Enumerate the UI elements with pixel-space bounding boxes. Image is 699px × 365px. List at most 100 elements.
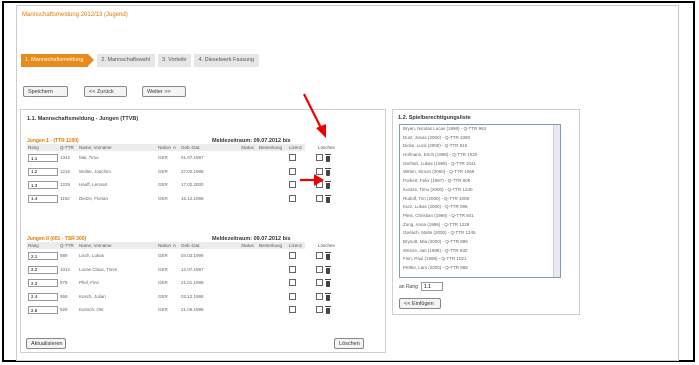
nation-value: GER bbox=[158, 293, 168, 299]
trash-icon[interactable] bbox=[325, 279, 331, 287]
rank-input[interactable] bbox=[28, 252, 58, 260]
step-2-tab[interactable]: 2. Mannschaftswahl bbox=[97, 54, 156, 67]
step-3-tab[interactable]: 3. Vorteile bbox=[158, 54, 192, 67]
license-checkbox[interactable] bbox=[289, 181, 296, 188]
dob-value: 21.06.1998 bbox=[181, 307, 204, 312]
list-item[interactable]: Zung, Anna (1998) - Q-TTR 1228 bbox=[400, 221, 560, 230]
nation-value: GER bbox=[158, 307, 168, 312]
step-4-tab[interactable]: 4. Dieselwerk Fassung bbox=[194, 54, 260, 67]
col-dob: Geb.-Dat. bbox=[181, 243, 201, 248]
col-nation: Nation bbox=[158, 243, 172, 248]
rank-input[interactable] bbox=[28, 279, 58, 287]
player-listbox[interactable]: Bryan, Nicolas Lucas (1998) - Q-TTR 963 D… bbox=[399, 124, 561, 278]
col-status: Status bbox=[241, 145, 254, 150]
license-checkbox[interactable] bbox=[289, 154, 296, 161]
list-item[interactable]: Kuntze, Timo (2000) - Q-TTR 1240 bbox=[400, 186, 560, 195]
ttr-value: 1225 bbox=[60, 182, 71, 187]
refresh-button[interactable]: Aktualisieren bbox=[26, 338, 66, 349]
rank-input[interactable] bbox=[28, 265, 58, 274]
col-name: Name, Vorname bbox=[79, 145, 112, 150]
position-input[interactable] bbox=[421, 282, 443, 291]
trash-icon[interactable] bbox=[325, 194, 331, 203]
delete-checkbox[interactable] bbox=[316, 279, 323, 286]
group-2: Jungen II (001 - TSR 300) Meldezeitraum:… bbox=[27, 236, 335, 346]
dob-value: 02.12.1998 bbox=[181, 293, 204, 299]
license-checkbox[interactable] bbox=[289, 194, 296, 202]
col-dob: Geb.-Dat. bbox=[181, 145, 201, 150]
list-item[interactable]: Hofmann, Erich (1998) - Q-TTR 1020 bbox=[400, 151, 560, 160]
list-item[interactable]: Pleis, Christian (1999) - Q-TTR 841 bbox=[400, 212, 560, 221]
next-button[interactable]: Weiter >> bbox=[142, 86, 186, 97]
delete-checkbox[interactable] bbox=[316, 252, 323, 259]
list-item[interactable]: Wenze, Jan (1998) - Q-TTR 930 bbox=[400, 247, 560, 256]
delete-checkbox[interactable] bbox=[316, 265, 323, 273]
rank-input[interactable] bbox=[28, 167, 58, 176]
insert-button[interactable]: << Einfügen bbox=[399, 298, 441, 309]
wizard-steps: 1. Mannschaftsmeldung 2. Mannschaftswahl… bbox=[21, 54, 262, 67]
delete-checkbox[interactable] bbox=[316, 194, 323, 202]
list-item[interactable]: Witten, Simon (2000) - Q-TTR 1069 bbox=[400, 168, 560, 177]
list-item[interactable]: Kurz, Lukas (2000) - Q-TTR 096 bbox=[400, 203, 560, 212]
trash-icon[interactable] bbox=[325, 292, 331, 301]
rank-input[interactable] bbox=[28, 181, 58, 189]
col-ttr: Q-TTR bbox=[60, 243, 74, 248]
col-name: Name, Vorname bbox=[79, 243, 112, 248]
nation-value: GER bbox=[158, 195, 168, 201]
rank-input[interactable] bbox=[28, 292, 58, 301]
nation-value: GER bbox=[158, 253, 168, 258]
table-row: 1012 Lucas Claus, Timm GER 12.07.1997 bbox=[27, 264, 331, 276]
list-item[interactable]: Gerhart, Lukas (1998) - Q-TTR 1041 bbox=[400, 160, 560, 169]
rank-input[interactable] bbox=[28, 306, 58, 314]
player-name: Mai, Timo bbox=[79, 155, 99, 160]
player-name: Dietze, Florian bbox=[79, 195, 109, 201]
license-checkbox[interactable] bbox=[289, 167, 296, 175]
player-list: Bryan, Nicolas Lucas (1998) - Q-TTR 963 D… bbox=[400, 125, 560, 273]
step-1-tab[interactable]: 1. Mannschaftsmeldung bbox=[21, 54, 95, 67]
annotation-arrow-right-icon bbox=[300, 174, 324, 186]
back-button[interactable]: << Zurück bbox=[84, 86, 127, 97]
list-item[interactable]: Dicke, Luca (2000) - Q-TTR 915 bbox=[400, 142, 560, 151]
nation-value: GER bbox=[158, 280, 168, 285]
col-rang: Rang bbox=[28, 243, 39, 248]
rank-input[interactable] bbox=[28, 154, 58, 162]
dob-value: 16.12.1998 bbox=[181, 195, 204, 201]
table-row: 1192 Dietze, Florian GER 16.12.1998 bbox=[27, 193, 331, 205]
list-item[interactable]: Brynott, Mia (2000) - Q-TTR 898 bbox=[400, 238, 560, 247]
ttr-value: 929 bbox=[60, 307, 68, 312]
listbox-scrollbar[interactable] bbox=[553, 125, 560, 277]
list-item[interactable]: Rudolf, Tim (2000) - Q-TTR 1008 bbox=[400, 195, 560, 204]
trash-icon[interactable] bbox=[325, 252, 331, 260]
license-checkbox[interactable] bbox=[289, 292, 296, 300]
list-item[interactable]: Gerlach, Malte (2000) - Q-TTR 1245 bbox=[400, 229, 560, 238]
ttr-value: 1215 bbox=[60, 168, 71, 174]
list-item[interactable]: Finn, Paul (1999) - Q-TTR 1021 bbox=[400, 255, 560, 264]
list-item[interactable]: Pettke, Lars (2000) - Q-TTR 888 bbox=[400, 264, 560, 273]
license-checkbox[interactable] bbox=[289, 279, 296, 286]
list-item[interactable]: Porkert, Felix (1997) - Q-TTR 808 bbox=[400, 177, 560, 186]
delete-button[interactable]: Löschen bbox=[334, 338, 364, 349]
table-row: 1225 Hauff, Lennart GER 17.02.2000 bbox=[27, 179, 331, 191]
col-remark: Bemerkung bbox=[259, 243, 283, 248]
dob-value: 01.07.1997 bbox=[181, 155, 204, 160]
player-name: Hauff, Lennart bbox=[79, 182, 108, 187]
trash-icon[interactable] bbox=[325, 154, 331, 162]
list-item[interactable]: Bryan, Nicolas Lucas (1998) - Q-TTR 963 bbox=[400, 125, 560, 134]
list-item[interactable]: Dust, Jonas (2000) - Q-TTR 1080 bbox=[400, 134, 560, 143]
rank-input[interactable] bbox=[28, 194, 58, 203]
delete-checkbox[interactable] bbox=[316, 306, 323, 313]
player-name: Pfeil, Finn bbox=[79, 280, 100, 285]
delete-checkbox[interactable] bbox=[316, 154, 323, 161]
license-checkbox[interactable] bbox=[289, 252, 296, 259]
col-a: A bbox=[173, 243, 177, 248]
save-button[interactable]: Speichern bbox=[23, 86, 68, 97]
license-checkbox[interactable] bbox=[289, 265, 296, 273]
table-row: 1342 Mai, Timo GER 01.07.1997 bbox=[27, 152, 331, 164]
trash-icon[interactable] bbox=[325, 306, 331, 314]
license-checkbox[interactable] bbox=[289, 306, 296, 313]
col-nation: Nation bbox=[158, 145, 172, 150]
delete-checkbox[interactable] bbox=[316, 292, 323, 300]
col-ttr: Q-TTR bbox=[60, 145, 74, 150]
ttr-value: 1342 bbox=[60, 155, 71, 160]
trash-icon[interactable] bbox=[325, 265, 331, 274]
annotation-arrow-down-icon bbox=[303, 93, 326, 138]
